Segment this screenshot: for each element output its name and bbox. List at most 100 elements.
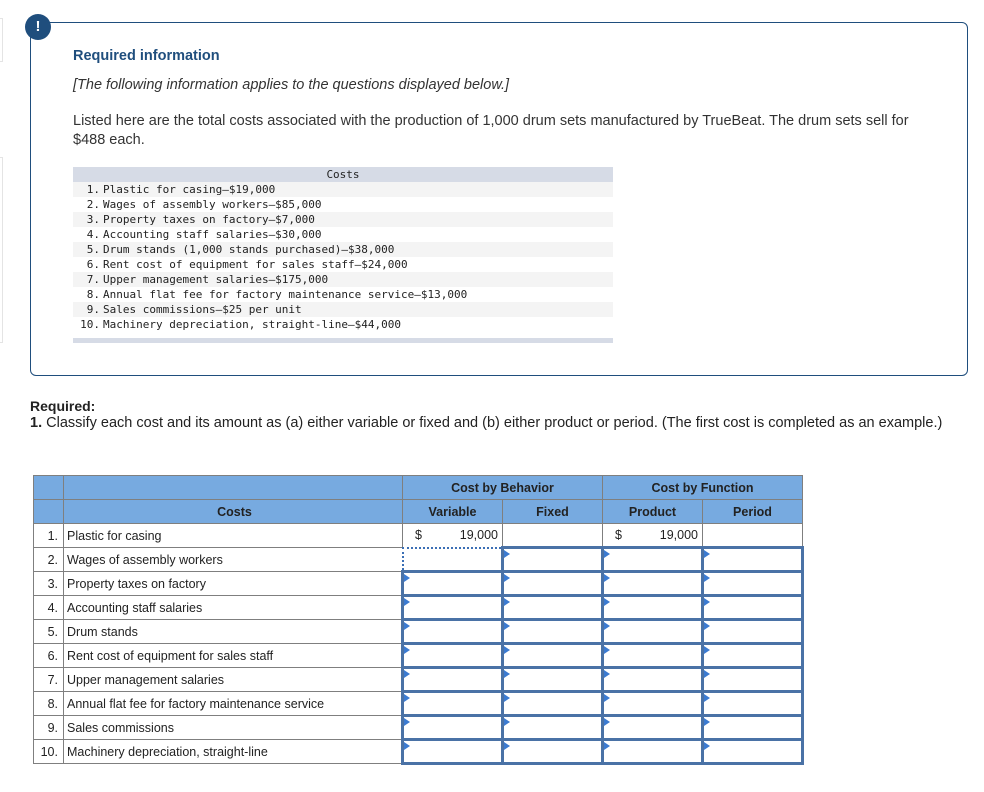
costs-list-item: 5. Drum stands (1,000 stands purchased)—$… (73, 242, 613, 257)
table-row: 10. Machinery depreciation, straight-line (33, 738, 804, 765)
variable-input[interactable] (401, 642, 504, 669)
variable-input[interactable] (401, 618, 504, 645)
table-row: 6. Rent cost of equipment for sales staff (33, 642, 804, 669)
costs-list-text: Accounting staff salaries—$30,000 (103, 228, 322, 241)
period-input[interactable] (701, 738, 804, 765)
header-fixed: Fixed (502, 499, 603, 524)
variable-input[interactable] (401, 570, 504, 597)
currency-symbol: $ (615, 528, 622, 542)
costs-list-text: Machinery depreciation, straight-line—$4… (103, 318, 402, 331)
fixed-input[interactable] (501, 666, 604, 693)
fixed-input[interactable] (501, 594, 604, 621)
costs-list-text: Plastic for casing—$19,000 (103, 183, 276, 196)
variable-value-cell: $19,000 (402, 523, 503, 548)
intro-text: Listed here are the total costs associat… (73, 113, 909, 148)
header-cost-by-behavior: Cost by Behavior (402, 475, 603, 500)
costs-list-text: Rent cost of equipment for sales staff—$… (103, 258, 408, 271)
product-input[interactable] (601, 666, 704, 693)
costs-list-header: Costs (73, 167, 613, 182)
costs-list-number: 4. (86, 228, 100, 241)
costs-list-number: 8. (86, 288, 100, 301)
row-number: 1. (33, 523, 64, 548)
variable-input[interactable] (401, 666, 504, 693)
applies-note: [The following information applies to th… (73, 77, 510, 93)
classification-table: Cost by Behavior Cost by Function Costs … (33, 475, 804, 765)
header-product: Product (602, 499, 703, 524)
costs-list-item: 2. Wages of assembly workers—$85,000 (73, 197, 613, 212)
table-row: 2. Wages of assembly workers (33, 546, 804, 573)
costs-list-item: 8. Annual flat fee for factory maintenanc… (73, 287, 613, 302)
cost-name: Upper management salaries (63, 667, 403, 692)
period-input[interactable] (701, 546, 804, 573)
period-input[interactable] (701, 690, 804, 717)
costs-list-footer (73, 338, 613, 343)
fixed-input[interactable] (501, 546, 604, 573)
variable-input[interactable] (401, 738, 504, 765)
costs-list-number: 5. (86, 243, 100, 256)
period-input[interactable] (701, 714, 804, 741)
costs-list-number: 6. (86, 258, 100, 271)
costs-list-number: 3. (86, 213, 100, 226)
header-blank (33, 499, 64, 524)
required-instructions: 1. Classify each cost and its amount as … (30, 414, 960, 432)
row-number: 2. (33, 547, 64, 572)
side-panel-fragment (0, 157, 3, 343)
fixed-input[interactable] (501, 642, 604, 669)
cost-name: Rent cost of equipment for sales staff (63, 643, 403, 668)
product-input[interactable] (601, 642, 704, 669)
product-input[interactable] (601, 570, 704, 597)
fixed-input[interactable] (501, 690, 604, 717)
row-number: 8. (33, 691, 64, 716)
period-input[interactable] (701, 666, 804, 693)
costs-list-number: 1. (86, 183, 100, 196)
variable-input[interactable] (401, 594, 504, 621)
costs-list-number: 9. (86, 303, 100, 316)
table-row: 1. Plastic for casing $19,000 $19,000 (33, 523, 803, 548)
row-number: 6. (33, 643, 64, 668)
costs-list-text: Annual flat fee for factory maintenance … (103, 288, 468, 301)
product-input[interactable] (601, 594, 704, 621)
costs-list-text: Drum stands (1,000 stands purchased)—$38… (103, 243, 395, 256)
costs-list-item: 7. Upper management salaries—$175,000 (73, 272, 613, 287)
product-input[interactable] (601, 738, 704, 765)
cost-name: Wages of assembly workers (63, 547, 403, 572)
period-input[interactable] (701, 570, 804, 597)
variable-input[interactable] (401, 690, 504, 717)
fixed-input[interactable] (501, 570, 604, 597)
header-blank (33, 475, 64, 500)
fixed-input[interactable] (501, 618, 604, 645)
row-number: 3. (33, 571, 64, 596)
fixed-value-cell (502, 523, 603, 548)
table-row: 7. Upper management salaries (33, 666, 804, 693)
header-costs: Costs (63, 499, 403, 524)
table-row: 4. Accounting staff salaries (33, 594, 804, 621)
costs-list-text: Sales commissions—$25 per unit (103, 303, 302, 316)
table-row: 3. Property taxes on factory (33, 570, 804, 597)
required-text: Classify each cost and its amount as (a)… (42, 415, 943, 431)
product-input[interactable] (601, 690, 704, 717)
required-information-title: Required information (73, 48, 220, 64)
variable-input[interactable] (401, 546, 504, 573)
variable-input[interactable] (401, 714, 504, 741)
row-number: 7. (33, 667, 64, 692)
product-input[interactable] (601, 618, 704, 645)
fixed-input[interactable] (501, 738, 604, 765)
alert-icon: ! (25, 14, 51, 40)
product-input[interactable] (601, 546, 704, 573)
costs-list-item: 4. Accounting staff salaries—$30,000 (73, 227, 613, 242)
costs-list-text: Property taxes on factory—$7,000 (103, 213, 315, 226)
costs-list-item: 6. Rent cost of equipment for sales staff… (73, 257, 613, 272)
costs-list-text: Upper management salaries—$175,000 (103, 273, 329, 286)
product-value-cell: $19,000 (602, 523, 703, 548)
cost-name: Accounting staff salaries (63, 595, 403, 620)
costs-list: Costs 1. Plastic for casing—$19,000 2. Wage… (73, 167, 613, 343)
period-input[interactable] (701, 618, 804, 645)
cost-name: Annual flat fee for factory maintenance … (63, 691, 403, 716)
table-row: 8. Annual flat fee for factory maintenanc… (33, 690, 804, 717)
fixed-input[interactable] (501, 714, 604, 741)
period-input[interactable] (701, 642, 804, 669)
period-input[interactable] (701, 594, 804, 621)
table-row: 9. Sales commissions (33, 714, 804, 741)
product-input[interactable] (601, 714, 704, 741)
header-period: Period (702, 499, 803, 524)
